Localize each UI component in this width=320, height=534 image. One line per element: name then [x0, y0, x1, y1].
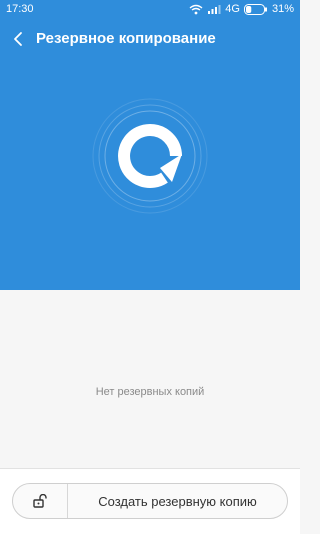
- signal-icon: [208, 4, 221, 14]
- create-backup-button[interactable]: Создать резервную копию: [12, 483, 288, 519]
- backup-list-empty: Нет резервных копий: [0, 290, 300, 468]
- wifi-icon: [189, 4, 203, 14]
- hero-panel: 17:30 4G 31% Резервное копирование: [0, 0, 300, 290]
- status-indicators: 4G 31%: [189, 3, 294, 15]
- status-time: 17:30: [6, 3, 34, 15]
- unlock-icon: [33, 494, 47, 508]
- bottom-action-bar: Создать резервную копию: [0, 468, 300, 534]
- empty-message: Нет резервных копий: [95, 386, 205, 398]
- chevron-left-icon: [14, 32, 22, 46]
- backup-refresh-icon: [92, 98, 208, 214]
- battery-icon: [243, 3, 267, 15]
- battery-percent: 31%: [271, 3, 294, 15]
- network-type: 4G: [225, 3, 240, 15]
- lock-toggle[interactable]: [13, 484, 68, 518]
- page-title: Резервное копирование: [36, 30, 216, 47]
- app-bar: Резервное копирование: [0, 22, 300, 56]
- back-button[interactable]: [4, 22, 32, 56]
- create-backup-label: Создать резервную копию: [98, 493, 257, 509]
- status-bar: 17:30 4G 31%: [0, 0, 300, 20]
